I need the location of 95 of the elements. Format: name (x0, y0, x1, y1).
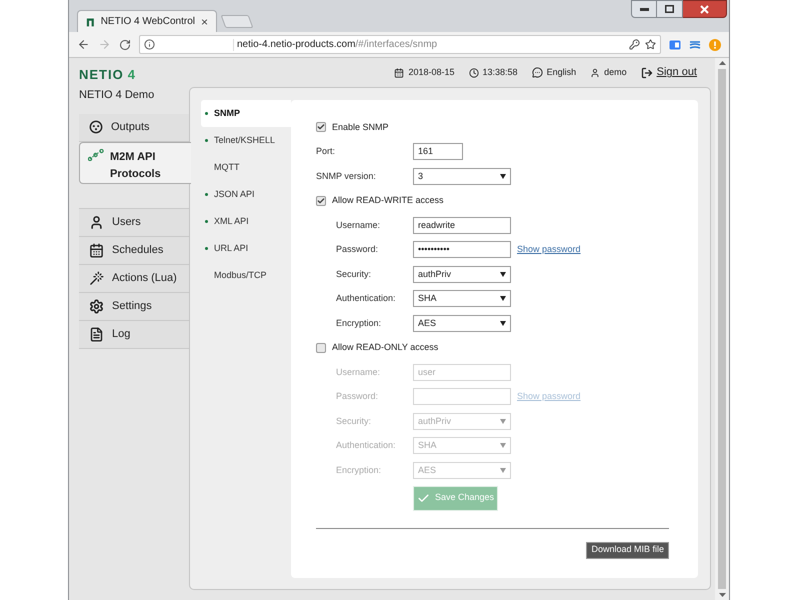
dropdown-caret-icon (500, 320, 506, 326)
field-label: Security: (336, 414, 372, 428)
username-field[interactable]: readwrite (413, 216, 511, 234)
scroll-down-icon[interactable] (718, 593, 726, 597)
user-icon (590, 68, 600, 78)
field-label: Authentication: (336, 292, 397, 305)
dropdown-caret-icon (500, 418, 506, 424)
nav-item[interactable]: Schedules (79, 236, 189, 264)
password-field[interactable] (413, 388, 511, 406)
reload-icon[interactable] (119, 38, 131, 50)
settings-icon (89, 298, 104, 314)
subnav-item[interactable]: Telnet/KSHELL (201, 127, 291, 154)
logo-wordmark: NETIO (79, 68, 124, 81)
magic-wand-icon (89, 270, 104, 286)
dropdown-caret-icon (500, 443, 506, 448)
field-label: Port: (316, 145, 336, 158)
scroll-up-icon[interactable] (718, 61, 726, 65)
connected-nodes-icon (88, 148, 104, 160)
dropdown-caret-icon (500, 272, 506, 277)
dropdown[interactable]: AES (413, 314, 511, 332)
minimize-button[interactable] (631, 0, 657, 18)
key-icon[interactable] (629, 39, 640, 50)
language-selector[interactable]: English (546, 66, 576, 80)
nav-item[interactable]: Outputs (79, 114, 189, 142)
tab-close-button[interactable]: × (200, 12, 208, 30)
sign-out-link[interactable]: Sign out (656, 64, 697, 81)
subnav-item[interactable]: SNMP (201, 100, 291, 127)
url-path: /#/interfaces/snmp (355, 38, 438, 52)
field-label: Password: (336, 243, 380, 256)
field-label: Security: (336, 268, 372, 281)
checkbox-label: Allow READ-ONLY access (332, 341, 438, 354)
bookmark-star-icon[interactable] (645, 39, 656, 50)
subnav-item[interactable]: JSON API (201, 181, 291, 208)
username: demo (604, 66, 627, 79)
dropdown[interactable]: 3 (413, 168, 511, 185)
subnav-item[interactable]: MQTT (201, 154, 291, 181)
back-icon[interactable] (77, 38, 90, 51)
checkbox[interactable] (316, 122, 326, 132)
nav-item[interactable]: Actions (Lua) (79, 264, 189, 292)
checkbox[interactable] (316, 196, 326, 206)
checkbox-label: Allow READ-WRITE access (332, 194, 444, 207)
close-icon (700, 4, 709, 14)
field-label: SNMP version: (316, 170, 377, 182)
clock-icon (468, 68, 479, 78)
device-name: NETIO 4 Demo (79, 88, 156, 103)
nav-item[interactable]: M2M API Protocols (79, 142, 191, 184)
field-label: Username: (336, 366, 382, 378)
check-icon (317, 123, 325, 132)
scrollbar-thumb[interactable] (718, 69, 726, 589)
logo-number: 4 (128, 68, 135, 81)
subnav-item[interactable]: URL API (201, 235, 291, 262)
checkbox-label: Enable SNMP (332, 120, 389, 134)
dropdown-caret-icon (500, 296, 506, 302)
outputs-icon (89, 120, 103, 134)
close-button[interactable] (683, 0, 727, 18)
show-password-link[interactable]: Show password (517, 243, 581, 256)
calendar-icon (89, 242, 104, 258)
user-icon (89, 214, 104, 230)
dropdown[interactable]: SHA (413, 290, 511, 308)
speech-bubble-icon (532, 67, 543, 78)
info-icon (144, 39, 155, 50)
scrollbar[interactable] (715, 58, 729, 600)
nav-item[interactable]: Users (79, 208, 189, 236)
waves-icon[interactable] (689, 40, 701, 50)
password-field[interactable]: •••••••••• (413, 241, 511, 258)
field-label: Authentication: (336, 439, 397, 452)
dropdown-caret-icon (500, 174, 506, 179)
subnav-item[interactable]: Modbus/TCP (201, 262, 291, 289)
dropdown-caret-icon (500, 468, 506, 473)
current-time: 13:38:58 (482, 66, 518, 79)
document-icon (89, 326, 104, 342)
maximize-button[interactable] (657, 0, 683, 18)
url-host: netio-4.netio-products.com (237, 38, 356, 52)
netio-favicon-icon (86, 16, 95, 26)
check-icon (317, 196, 325, 205)
subnav-item[interactable]: XML API (201, 208, 291, 235)
download-mib-button[interactable]: Download MIB file (586, 542, 669, 558)
calendar-icon (394, 68, 404, 78)
current-date: 2018-08-15 (408, 66, 455, 79)
field-label: Username: (336, 218, 382, 232)
browser-tab[interactable]: NETIO 4 WebControl × (77, 10, 217, 32)
dropdown[interactable]: authPriv (413, 266, 511, 283)
sign-out-icon (640, 66, 653, 78)
nav-item[interactable]: Settings (79, 292, 189, 320)
field-label: Encryption: (336, 316, 382, 330)
check-icon (416, 492, 430, 504)
extension-icon[interactable] (669, 40, 681, 50)
port-field[interactable]: 161 (413, 143, 463, 160)
field-label: Password: (336, 390, 380, 403)
minimize-icon (640, 8, 648, 10)
maximize-icon (665, 5, 674, 13)
address-field[interactable]: netio-4.netio-products.com/#/interfaces/snmp (139, 35, 661, 54)
nav-item[interactable]: Log (79, 320, 189, 348)
checkbox[interactable] (316, 342, 326, 353)
field-label: Encryption: (336, 464, 382, 477)
